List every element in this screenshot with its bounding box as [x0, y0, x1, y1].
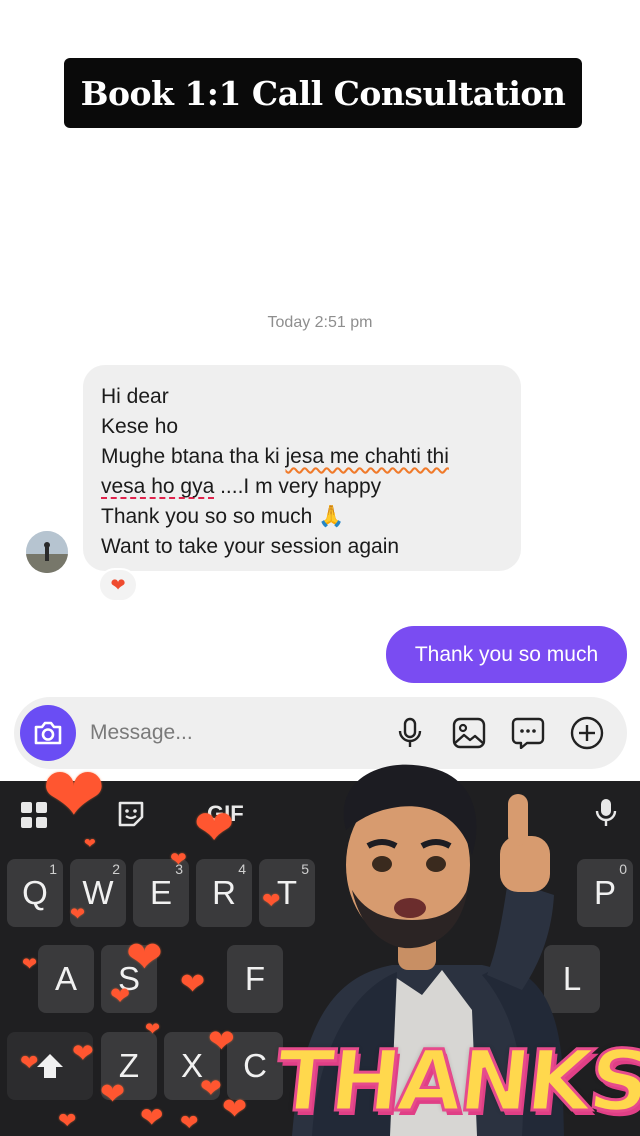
key-label: F — [244, 960, 266, 997]
key-label: A — [54, 960, 77, 997]
floating-heart-icon: ❤ — [126, 933, 163, 982]
outgoing-message-bubble[interactable]: Thank you so much — [386, 626, 627, 683]
key-label: R — [212, 874, 236, 911]
key-hint: 2 — [112, 861, 120, 877]
microphone-button[interactable] — [392, 715, 428, 751]
floating-heart-icon: ❤ — [180, 1110, 199, 1135]
microphone-icon — [398, 717, 422, 747]
message-line: Mughe btana tha ki jesa me chahti thi — [101, 442, 503, 472]
floating-heart-icon: ❤ — [222, 1093, 248, 1126]
floating-heart-icon: ❤ — [180, 968, 206, 1001]
promo-banner: Book 1:1 Call Consultation — [64, 58, 582, 128]
floating-heart-icon: ❤ — [58, 1108, 77, 1133]
floating-heart-icon: ❤ — [145, 1019, 161, 1039]
add-button[interactable] — [569, 715, 605, 751]
key-r[interactable]: R4 — [196, 859, 252, 927]
message-line: vesa ho gya ....I m very happy — [101, 472, 503, 502]
outgoing-message-text: Thank you so much — [414, 642, 599, 666]
message-composer — [14, 697, 627, 769]
gallery-button[interactable] — [451, 715, 487, 751]
sticker-chat-icon — [511, 717, 545, 749]
message-line: Kese ho — [101, 415, 179, 438]
key-hint: 1 — [49, 861, 57, 877]
floating-heart-icon: ❤ — [140, 1102, 164, 1133]
key-label: Q — [22, 874, 48, 911]
floating-heart-icon: ❤ — [100, 1078, 126, 1111]
floating-heart-icon: ❤ — [110, 983, 131, 1010]
thanks-sticker-text: THANKS! — [270, 1031, 640, 1132]
message-line: Thank you so so much 🙏 — [101, 505, 345, 528]
message-input[interactable] — [90, 717, 370, 749]
floating-heart-icon: ❤ — [200, 1073, 222, 1103]
heart-icon: ❤ — [110, 574, 126, 595]
chat-timestamp: Today 2:51 pm — [267, 314, 373, 331]
floating-heart-icon: ❤ — [20, 1050, 39, 1075]
floating-heart-icon: ❤ — [208, 1023, 235, 1059]
floating-heart-icon: ❤ — [194, 802, 235, 855]
emoji-sticker-icon[interactable] — [116, 799, 146, 829]
message-text: ....I m very happy — [214, 475, 382, 498]
incoming-message-bubble[interactable]: Hi dear Kese ho Mughe btana tha ki jesa … — [83, 365, 521, 571]
avatar-photo — [26, 531, 68, 573]
shift-arrow-icon — [37, 1054, 63, 1078]
key-label: W — [82, 874, 114, 911]
spellcheck-marked-text: jesa me chahti thi — [285, 445, 449, 468]
sticker-chat-button[interactable] — [510, 715, 546, 751]
message-text: Mughe btana tha ki — [101, 445, 286, 468]
banner-title: Book 1:1 Call Consultation — [80, 73, 566, 113]
floating-heart-icon: ❤ — [84, 835, 96, 851]
message-line: Want to take your session again — [101, 535, 400, 558]
key-q[interactable]: Q1 — [7, 859, 63, 927]
floating-heart-icon: ❤ — [70, 904, 86, 924]
gallery-icon — [452, 717, 486, 749]
plus-icon — [570, 716, 604, 750]
key-a[interactable]: A — [38, 945, 94, 1013]
avatar[interactable] — [26, 531, 68, 573]
key-hint: 4 — [238, 861, 246, 877]
message-line: Hi dear — [101, 385, 169, 408]
spellcheck-marked-text: vesa ho gya — [101, 475, 215, 498]
camera-icon — [34, 721, 62, 745]
heart-reaction-badge[interactable]: ❤ — [98, 568, 138, 602]
key-label: C — [243, 1047, 267, 1084]
floating-heart-icon: ❤ — [22, 954, 38, 974]
floating-heart-icon: ❤ — [72, 1038, 94, 1068]
floating-heart-icon: ❤ — [170, 849, 187, 871]
key-label: E — [149, 874, 172, 911]
floating-heart-icon: ❤ — [42, 753, 106, 838]
